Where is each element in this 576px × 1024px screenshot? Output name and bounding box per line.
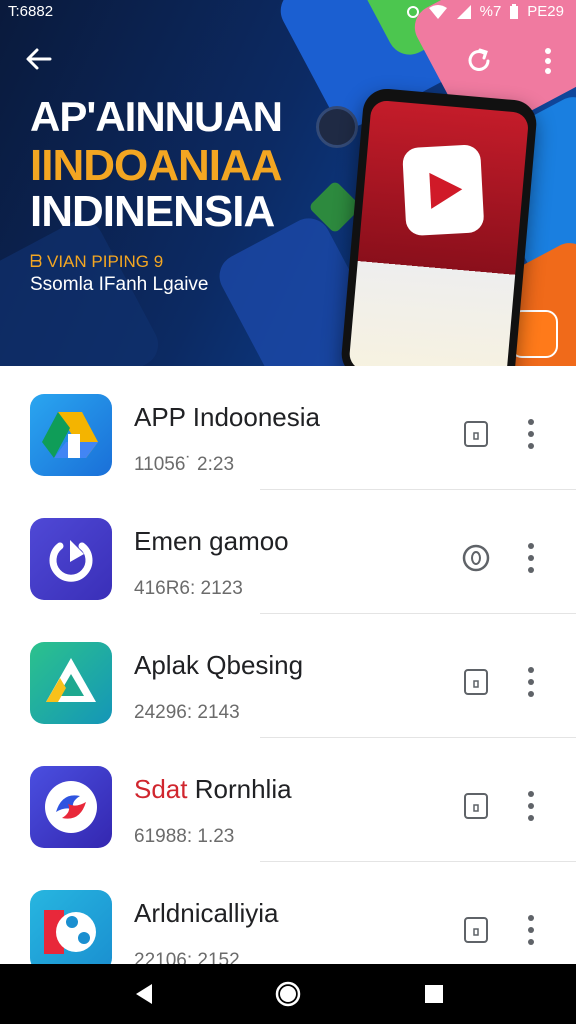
- play-logo-icon: [402, 144, 485, 237]
- app-meta: 24296: 2143: [134, 702, 240, 723]
- sd-card-icon[interactable]: [460, 666, 492, 698]
- battery-percent: %7: [479, 3, 502, 20]
- notification-icon: [406, 5, 419, 18]
- refresh-icon: [468, 48, 490, 71]
- app-meta: 416R6: 2123: [134, 578, 243, 599]
- more-vertical-icon[interactable]: [520, 788, 542, 824]
- sd-card-icon[interactable]: [460, 914, 492, 946]
- nav-recents-icon[interactable]: [418, 978, 450, 1010]
- hero-subtitle-line-2: Ssomla IFanh Lgaive: [30, 274, 209, 295]
- more-vertical-icon[interactable]: [520, 912, 542, 948]
- app-meta: 11056˙ 2:23: [134, 454, 235, 475]
- more-vertical-icon: [545, 48, 551, 74]
- list-item[interactable]: Emen gamoo 416R6: 2123: [0, 490, 576, 614]
- hero-title-line-3: INDINENSIA: [30, 187, 275, 236]
- list-item[interactable]: Sdat Rornhlia 61988: 1.23: [0, 738, 576, 862]
- app-list: APP Indoonesia 11056˙ 2:23 Emen gamoo 41…: [0, 366, 576, 964]
- app-name-rest: Rornhlia: [187, 774, 292, 804]
- overflow-menu-button[interactable]: [531, 44, 565, 78]
- app-name: Sdat Rornhlia: [134, 774, 292, 805]
- drive-green-icon: [30, 642, 112, 724]
- sd-card-icon[interactable]: [460, 418, 492, 450]
- arrow-left-icon: [26, 48, 52, 70]
- list-item[interactable]: Arldnicalliyia 22106: 2152: [0, 862, 576, 964]
- nav-back-icon[interactable]: [128, 978, 160, 1010]
- status-bar: T:6882 %7 PE29: [0, 0, 576, 24]
- refresh-button[interactable]: [462, 44, 496, 78]
- list-item[interactable]: Aplak Qbesing 24296: 2143: [0, 614, 576, 738]
- face-logo-icon: [30, 890, 112, 964]
- app-name: Emen gamoo: [134, 526, 289, 556]
- app-name: Aplak Qbesing: [134, 650, 304, 680]
- hero-title-line-1: AP'AINNUAN: [30, 93, 283, 140]
- app-name: APP Indoonesia: [134, 402, 320, 432]
- status-clock: PE29: [527, 3, 564, 20]
- app-name-red-part: Sdat: [134, 774, 188, 804]
- phone-screen: [348, 99, 530, 366]
- hero-subtitle-line-1: ᗷ VIAN PIPING 9: [30, 252, 164, 271]
- app-meta: 61988: 1.23: [134, 826, 235, 847]
- status-time: T:6882: [8, 3, 54, 20]
- power-play-icon: [30, 518, 112, 600]
- status-icons: %7 PE29: [406, 3, 564, 20]
- circle-o-icon[interactable]: [460, 542, 492, 574]
- list-item[interactable]: APP Indoonesia 11056˙ 2:23: [0, 366, 576, 490]
- more-vertical-icon[interactable]: [520, 540, 542, 576]
- more-vertical-icon[interactable]: [520, 664, 542, 700]
- back-button[interactable]: [22, 42, 56, 76]
- signal-icon: [456, 4, 471, 19]
- battery-icon: [510, 3, 519, 19]
- app-name: Arldnicalliyia: [134, 898, 279, 928]
- drive-triangle-icon: [30, 394, 112, 476]
- more-vertical-icon[interactable]: [520, 416, 542, 452]
- wifi-icon: [428, 4, 447, 19]
- camera-app-icon: [316, 106, 358, 148]
- nav-home-icon[interactable]: [272, 978, 304, 1010]
- system-navigation-bar: [0, 964, 576, 1024]
- sd-card-icon[interactable]: [460, 790, 492, 822]
- hero-banner: T:6882 %7 PE29 AP'AINNUAN IINDOANIAA IND…: [0, 0, 576, 366]
- swirl-logo-icon: [30, 766, 112, 848]
- phone-mockup: [339, 86, 539, 366]
- hero-title-line-2: IINDOANIAA: [30, 141, 283, 190]
- app-meta: 22106: 2152: [134, 950, 240, 964]
